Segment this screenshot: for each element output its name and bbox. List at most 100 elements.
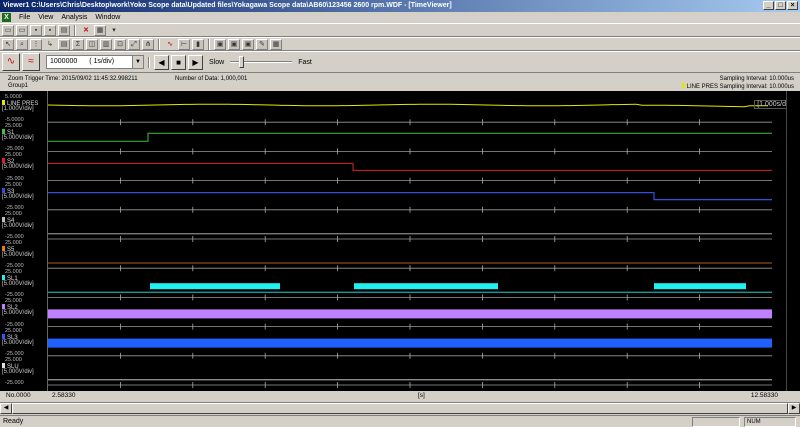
analysis-toolbar: ↖ ⌕ ⋮ ↳ ▤ Σ ◫ ▥ ⊡ ⤢ ⋔ ∿ ⊢ ▮ ▣ ▣ ▣ ✎ ▦ (0, 37, 800, 51)
channel-swatch (2, 187, 5, 193)
channel-swatch (2, 129, 5, 135)
print-icon[interactable]: ▤ (58, 24, 70, 36)
channel-icon[interactable]: ▤ (58, 38, 70, 50)
playback-toolbar: ∿ ≈ 1000000 ( 1s/div) ▼ ◀ ■ ▶ Slow Fast (0, 51, 800, 73)
open-file-icon[interactable]: ▭ (16, 24, 28, 36)
menu-analysis[interactable]: Analysis (61, 14, 87, 21)
delete-icon[interactable]: ✕ (80, 25, 92, 36)
filter-icon[interactable]: ⋔ (142, 38, 154, 50)
channel-bottom-scale: -25.000 (5, 380, 24, 386)
save-as-icon[interactable]: ▪ (44, 24, 56, 36)
cursor-icon[interactable]: ↖ (2, 38, 14, 50)
app-icon[interactable]: X (2, 13, 11, 22)
toolbar-separator (158, 38, 160, 50)
sampling-interval: Sampling Interval: 10.000us (719, 76, 794, 82)
info-header: Zoom Trigger Time: 2015/09/02 11:45:32.9… (0, 76, 800, 90)
window-title: Viewer1 C:\Users\Chris\Desktop\work\Yoko… (3, 2, 452, 9)
channel-scale: [5.000V/div] (2, 252, 34, 258)
line-pres-trace (48, 103, 769, 108)
play-button[interactable]: ▶ (188, 54, 203, 70)
num-lock-indicator: NUM (744, 417, 796, 427)
sl1-pulse (150, 283, 280, 290)
scroll-left-icon[interactable]: ◀ (0, 403, 12, 414)
waveform-canvas[interactable] (48, 91, 786, 391)
line-pres-swatch (681, 83, 685, 88)
channel-swatch (2, 246, 5, 251)
open-folder-icon[interactable]: ▭ (2, 24, 14, 36)
graph-icon[interactable]: ▥ (100, 38, 112, 50)
minimize-button[interactable]: _ (763, 1, 774, 10)
x-axis-bar: No.0000 2.58330 [s] 12.58330 (0, 391, 800, 401)
status-bar: Ready NUM (0, 415, 800, 427)
sl1-pulse (654, 283, 746, 290)
data-number: No.0000 (6, 392, 31, 399)
channel-scale: [5.000V/div] (2, 310, 34, 317)
stop-button[interactable]: ■ (171, 54, 186, 70)
channel-swatch (2, 333, 5, 339)
save-icon[interactable]: ▪ (30, 24, 42, 36)
channel-scale: [5.000V/div] (2, 164, 34, 171)
grid-icon[interactable]: ▦ (270, 38, 282, 50)
channel-labels-column: 5.0000 LINE PRES [1.000V/div] -5.0000 25.000… (0, 91, 48, 391)
sl2-band (48, 309, 772, 319)
channel-scale: [1.000V/div] (2, 106, 34, 112)
toolbar-separator (74, 24, 76, 36)
math-icon[interactable]: Σ (72, 38, 84, 50)
line-pres-sampling-text: LINE PRES Sampling Interval: 10.000us (686, 84, 794, 90)
channel-swatch (2, 100, 5, 105)
channel-swatch (2, 158, 5, 164)
main-toolbar: ▭ ▭ ▪ ▪ ▤ ✕ ▦ ▾ (0, 23, 800, 37)
restore-button[interactable]: □ (775, 1, 786, 10)
slider-thumb[interactable] (238, 56, 244, 68)
line-pres-sampling-interval: LINE PRES Sampling Interval: 10.000us (681, 83, 794, 91)
channel-scale: [5.000V/div] (2, 222, 34, 229)
x-axis-unit: [s] (418, 392, 425, 399)
scale-icon[interactable]: ◫ (86, 38, 98, 50)
window-title-bar[interactable]: Viewer1 C:\Users\Chris\Desktop\work\Yoko… (0, 0, 800, 12)
toolbar-separator (208, 38, 210, 50)
horizontal-scrollbar[interactable]: ◀ ▶ (0, 402, 800, 414)
menu-view[interactable]: View (38, 14, 53, 21)
s3-trace (48, 191, 772, 201)
menu-window[interactable]: Window (95, 14, 120, 21)
fit-icon[interactable]: ⤢ (128, 38, 140, 50)
sample-count: 1000000 (50, 58, 78, 65)
zoom-icon[interactable]: ⌕ (16, 38, 28, 50)
menu-file[interactable]: File (19, 14, 30, 21)
status-text: Ready (3, 418, 24, 425)
number-of-data: Number of Data: 1,000,001 (175, 76, 248, 82)
time-per-div: ( 1s/div) (89, 58, 115, 65)
channel-scale: [5.000V/div] (2, 281, 34, 288)
channel-swatch (2, 304, 5, 310)
x-axis-start: 2.58330 (52, 392, 76, 399)
s1-trace (48, 132, 772, 142)
scroll-thumb[interactable] (12, 403, 788, 414)
waveform-icon[interactable]: ∿ (164, 39, 176, 50)
bar-graph-icon[interactable]: ▮ (192, 38, 204, 50)
marker-icon[interactable]: ⊢ (178, 38, 190, 50)
waveform-overlay-icon[interactable]: ≈ (22, 53, 40, 71)
speed-slider[interactable] (230, 55, 293, 69)
x-axis-end: 12.58330 (750, 392, 778, 399)
sl3-band (48, 338, 772, 348)
display-icon[interactable]: ▦ (94, 24, 106, 36)
waveform-view-icon[interactable]: ∿ (2, 53, 20, 71)
measure-icon[interactable]: ⋮ (30, 38, 42, 50)
layout-2-icon[interactable]: ▣ (228, 38, 240, 50)
right-margin (786, 91, 800, 391)
dropdown-arrow-icon[interactable]: ▾ (108, 25, 120, 36)
layout-1-icon[interactable]: ▣ (214, 38, 226, 50)
waveform-plot[interactable]: 5.0000 LINE PRES [1.000V/div] -5.0000 25.000… (0, 91, 800, 391)
scroll-right-icon[interactable]: ▶ (788, 403, 800, 414)
edit-icon[interactable]: ✎ (256, 38, 268, 50)
zoom-trigger-time: Zoom Trigger Time: 2015/09/02 11:45:32.9… (8, 76, 138, 82)
combo-arrow-icon[interactable]: ▼ (132, 56, 143, 68)
channel-scale: [5.000V/div] (2, 339, 34, 346)
layout-3-icon[interactable]: ▣ (242, 38, 254, 50)
channel-swatch (2, 216, 5, 222)
time-div-combo[interactable]: 1000000 ( 1s/div) ▼ (46, 55, 144, 69)
reverse-play-button[interactable]: ◀ (154, 54, 169, 70)
snapshot-icon[interactable]: ⊡ (114, 38, 126, 50)
close-button[interactable]: × (787, 1, 798, 10)
pointer-dropdown-icon[interactable]: ↳ (44, 39, 56, 50)
